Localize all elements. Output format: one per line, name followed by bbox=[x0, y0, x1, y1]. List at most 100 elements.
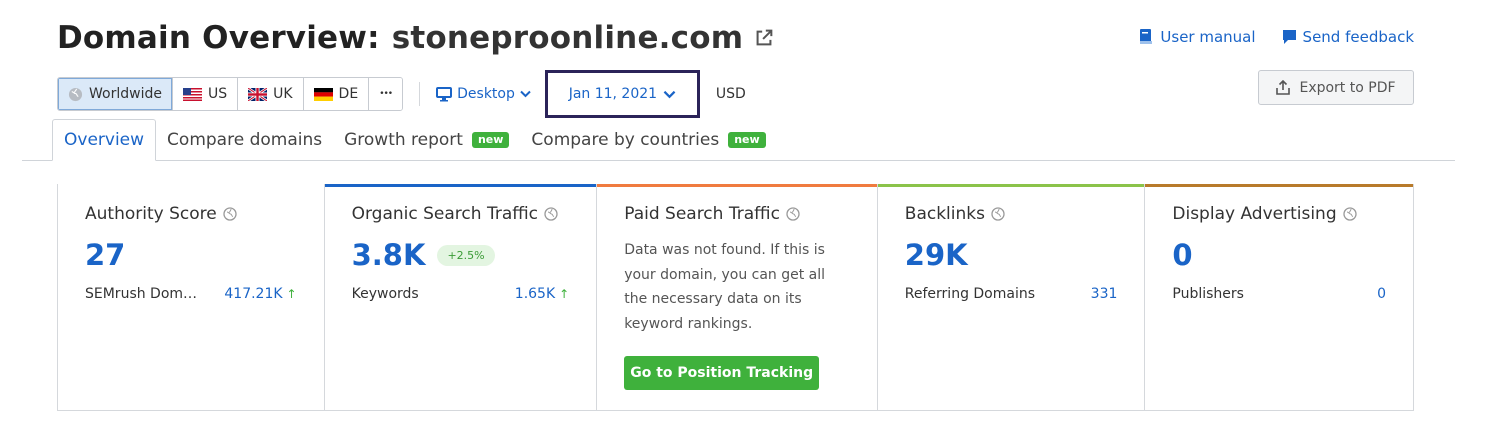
toolbar-divider bbox=[419, 82, 421, 106]
user-manual-link[interactable]: User manual bbox=[1139, 28, 1256, 46]
device-label: Desktop bbox=[457, 86, 515, 102]
date-label: Jan 11, 2021 bbox=[568, 86, 658, 102]
sub-metric-value[interactable]: 331 bbox=[1091, 286, 1118, 302]
new-badge: new bbox=[728, 132, 766, 148]
card-title: Paid Search Traffic bbox=[624, 204, 850, 224]
display-advertising-card: Display Advertising 0 Publishers 0 bbox=[1145, 184, 1413, 410]
backlinks-card: Backlinks 29K Referring Domains 331 bbox=[877, 184, 1146, 410]
region-label: US bbox=[207, 86, 228, 102]
region-selector: Worldwide US UK DE ••• bbox=[57, 77, 404, 111]
toolbar: Worldwide US UK DE ••• Desktop Jan 11, 2… bbox=[57, 70, 746, 118]
backlinks-value[interactable]: 29K bbox=[905, 238, 968, 272]
tab-label: Compare domains bbox=[167, 130, 323, 150]
uk-flag-icon bbox=[248, 87, 268, 101]
card-accent-bar bbox=[1145, 184, 1413, 187]
card-title: Authority Score bbox=[85, 204, 297, 224]
big-metric: 3.8K +2.5% bbox=[352, 238, 570, 272]
date-dropdown[interactable]: Jan 11, 2021 bbox=[544, 70, 700, 118]
organic-traffic-card: Organic Search Traffic 3.8K +2.5% Keywor… bbox=[324, 184, 598, 410]
domain-overview-page: Domain Overview: stoneproonline.com User… bbox=[0, 0, 1500, 445]
more-icon: ••• bbox=[379, 89, 393, 99]
globe-info-icon[interactable] bbox=[544, 207, 558, 221]
card-title-text: Display Advertising bbox=[1172, 204, 1337, 224]
monitor-icon bbox=[436, 86, 453, 101]
card-title-text: Authority Score bbox=[85, 204, 217, 224]
organic-traffic-value[interactable]: 3.8K bbox=[352, 238, 426, 272]
globe-info-icon[interactable] bbox=[786, 207, 800, 221]
big-metric: 0 bbox=[1172, 238, 1386, 272]
chat-bubble-icon bbox=[1282, 30, 1296, 44]
region-uk[interactable]: UK bbox=[238, 78, 304, 110]
currency-label: USD bbox=[715, 86, 746, 102]
globe-info-icon[interactable] bbox=[991, 207, 1005, 221]
authority-score-card: Authority Score 27 SEMrush Dom… 417.21K … bbox=[58, 184, 325, 410]
card-title: Display Advertising bbox=[1172, 204, 1386, 224]
metric-cards: Authority Score 27 SEMrush Dom… 417.21K … bbox=[57, 184, 1414, 411]
sub-metric-row: Referring Domains 331 bbox=[905, 286, 1118, 302]
region-label: UK bbox=[273, 86, 293, 102]
user-manual-label: User manual bbox=[1160, 28, 1256, 46]
export-icon bbox=[1276, 80, 1291, 95]
export-pdf-button[interactable]: Export to PDF bbox=[1258, 70, 1414, 105]
card-accent-bar bbox=[877, 184, 1145, 187]
sub-metric-row: SEMrush Dom… 417.21K ↑ bbox=[85, 286, 297, 302]
tab-label: Growth report bbox=[344, 130, 463, 150]
sub-metric-label: SEMrush Dom… bbox=[85, 286, 198, 302]
sub-metric-label: Publishers bbox=[1172, 286, 1244, 302]
sub-metric-label: Referring Domains bbox=[904, 286, 1036, 302]
change-badge: +2.5% bbox=[437, 244, 495, 266]
tab-compare-by-countries[interactable]: Compare by countries new bbox=[520, 119, 776, 161]
card-title: Organic Search Traffic bbox=[352, 204, 570, 224]
sub-value-text: 417.21K bbox=[224, 286, 283, 302]
domain-name[interactable]: stoneproonline.com bbox=[392, 20, 744, 56]
sub-metric-value[interactable]: 1.65K ↑ bbox=[515, 286, 569, 302]
globe-icon bbox=[68, 87, 83, 101]
card-title-text: Organic Search Traffic bbox=[351, 204, 539, 224]
device-dropdown[interactable]: Desktop bbox=[436, 86, 531, 102]
more-regions-button[interactable]: ••• bbox=[369, 78, 403, 110]
card-accent-bar bbox=[324, 184, 597, 187]
region-worldwide[interactable]: Worldwide bbox=[58, 78, 173, 110]
us-flag-icon bbox=[182, 87, 202, 101]
paid-traffic-card: Paid Search Traffic Data was not found. … bbox=[597, 184, 878, 410]
external-link-icon[interactable] bbox=[753, 27, 775, 49]
sub-metric-value[interactable]: 417.21K ↑ bbox=[224, 286, 296, 302]
region-label: Worldwide bbox=[89, 86, 162, 102]
go-to-position-tracking-button[interactable]: Go to Position Tracking bbox=[624, 356, 820, 390]
tab-label: Overview bbox=[64, 130, 145, 150]
tab-overview[interactable]: Overview bbox=[52, 119, 157, 161]
chevron-down-icon bbox=[520, 90, 531, 98]
book-icon bbox=[1140, 29, 1153, 44]
big-metric: 29K bbox=[905, 238, 1118, 272]
no-data-message: Data was not found. If this is your doma… bbox=[624, 242, 826, 332]
sub-metric-row: Keywords 1.65K ↑ bbox=[352, 286, 570, 302]
send-feedback-link[interactable]: Send feedback bbox=[1282, 28, 1414, 46]
export-label: Export to PDF bbox=[1299, 79, 1396, 96]
card-accent-bar bbox=[597, 184, 877, 187]
tab-label: Compare by countries bbox=[531, 130, 720, 150]
globe-info-icon[interactable] bbox=[1342, 207, 1357, 221]
top-links: User manual Send feedback bbox=[1139, 28, 1414, 46]
region-us[interactable]: US bbox=[172, 78, 239, 110]
card-title-text: Backlinks bbox=[904, 204, 985, 224]
sub-value-text: 1.65K bbox=[514, 286, 556, 302]
authority-score-value[interactable]: 27 bbox=[85, 238, 125, 272]
sub-metric-value[interactable]: 0 bbox=[1377, 286, 1386, 302]
sub-metric-row: Publishers 0 bbox=[1172, 286, 1386, 302]
de-flag-icon bbox=[313, 87, 333, 101]
arrow-up-icon: ↑ bbox=[286, 287, 297, 301]
tab-compare-domains[interactable]: Compare domains bbox=[156, 119, 333, 161]
new-badge: new bbox=[471, 132, 510, 148]
send-feedback-label: Send feedback bbox=[1302, 28, 1414, 46]
big-metric: 27 bbox=[85, 238, 297, 272]
region-label: DE bbox=[338, 86, 359, 102]
display-advertising-value[interactable]: 0 bbox=[1172, 238, 1192, 272]
chevron-down-icon bbox=[663, 90, 676, 98]
region-de[interactable]: DE bbox=[303, 78, 370, 110]
title-prefix: Domain Overview: bbox=[57, 20, 380, 56]
tab-bar: Overview Compare domains Growth report n… bbox=[52, 118, 777, 161]
card-title: Backlinks bbox=[905, 204, 1118, 224]
card-title-text: Paid Search Traffic bbox=[624, 204, 780, 224]
globe-info-icon[interactable] bbox=[223, 207, 237, 221]
tab-growth-report[interactable]: Growth report new bbox=[333, 119, 520, 161]
